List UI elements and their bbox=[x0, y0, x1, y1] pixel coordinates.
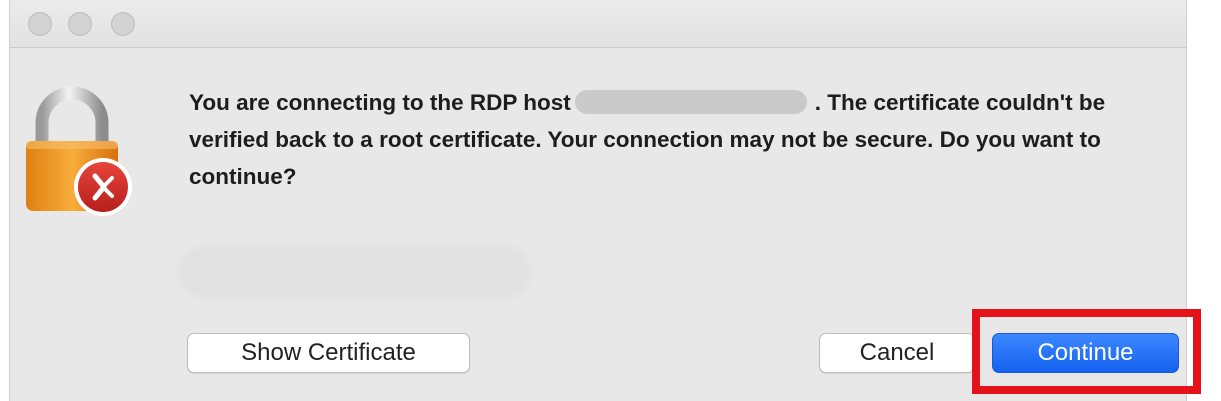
close-window-button[interactable] bbox=[28, 12, 52, 36]
show-certificate-button[interactable]: Show Certificate bbox=[187, 333, 470, 373]
redacted-host-name bbox=[574, 90, 807, 114]
zoom-window-button[interactable] bbox=[111, 12, 135, 36]
continue-button[interactable]: Continue bbox=[992, 333, 1179, 373]
title-bar bbox=[10, 0, 1186, 48]
lock-icon bbox=[26, 86, 132, 216]
dialog-message: You are connecting to the RDP host. The … bbox=[189, 84, 1149, 195]
minimize-window-button[interactable] bbox=[68, 12, 92, 36]
remote-desktop-icon bbox=[74, 158, 132, 216]
message-part-1: You are connecting to the RDP host bbox=[189, 90, 571, 115]
blurred-area bbox=[178, 246, 530, 298]
cancel-button[interactable]: Cancel bbox=[819, 333, 975, 373]
